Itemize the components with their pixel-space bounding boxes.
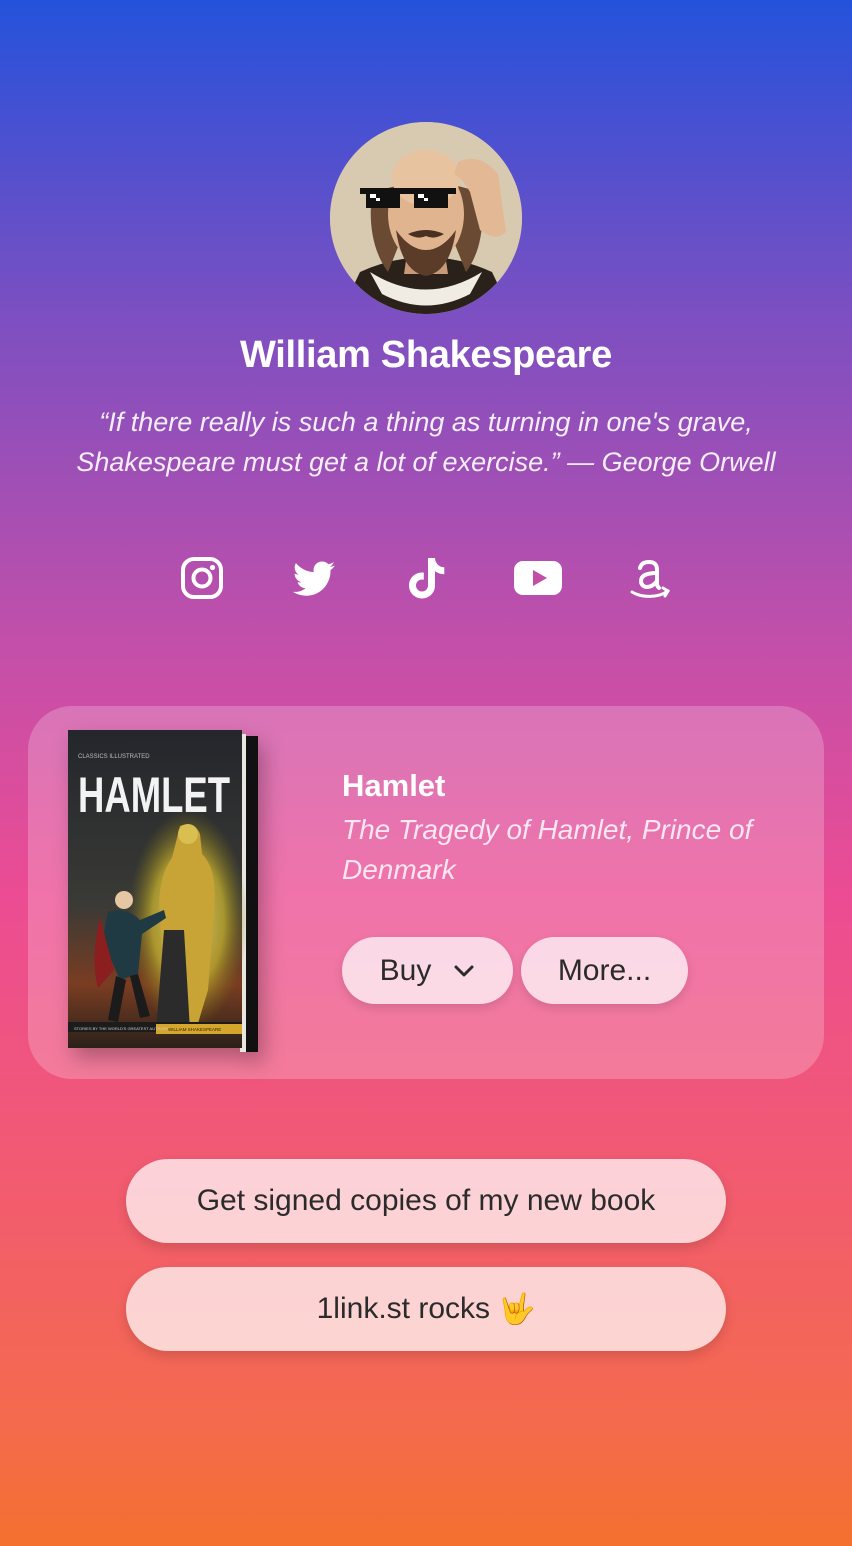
twitter-link[interactable] bbox=[290, 554, 338, 602]
book-cover[interactable]: CLASSICS ILLUSTRATED HAMLET STORIES BY T bbox=[68, 730, 258, 1052]
instagram-link[interactable] bbox=[178, 554, 226, 602]
link-label: Get signed copies of my new book bbox=[196, 1184, 656, 1217]
profile-quote: “If there really is such a thing as turn… bbox=[76, 407, 776, 477]
amazon-icon bbox=[630, 559, 671, 598]
more-button-label: More... bbox=[557, 953, 652, 987]
book-cover-art: CLASSICS ILLUSTRATED HAMLET STORIES BY T bbox=[68, 730, 258, 1052]
social-links bbox=[0, 554, 852, 602]
book-subtitle: The Tragedy of Hamlet, Prince of Denmark bbox=[342, 814, 753, 885]
instagram-icon bbox=[181, 557, 223, 599]
1link-rocks-link[interactable]: 1link.st rocks 🤟 bbox=[126, 1267, 726, 1351]
youtube-link[interactable] bbox=[514, 554, 562, 602]
more-button[interactable]: More... bbox=[521, 937, 688, 1004]
buy-button-label: Buy bbox=[379, 953, 432, 987]
chevron-down-icon bbox=[454, 965, 474, 976]
tiktok-link[interactable] bbox=[402, 554, 450, 602]
book-cover-title: HAMLET bbox=[78, 767, 230, 823]
profile-page: William Shakespeare “If there really is … bbox=[0, 0, 852, 1546]
signed-copies-link[interactable]: Get signed copies of my new book bbox=[126, 1159, 726, 1243]
book-title[interactable]: Hamlet bbox=[342, 768, 445, 804]
buy-dropdown-button[interactable]: Buy bbox=[342, 937, 513, 1004]
avatar-portrait bbox=[330, 122, 522, 314]
profile-name: William Shakespeare bbox=[239, 334, 613, 376]
avatar bbox=[330, 122, 522, 314]
twitter-icon bbox=[292, 561, 335, 596]
svg-text:STORIES BY THE WORLD'S GREATES: STORIES BY THE WORLD'S GREATEST AUTHORS bbox=[74, 1026, 169, 1031]
amazon-link[interactable] bbox=[626, 554, 674, 602]
tiktok-icon bbox=[409, 558, 445, 599]
rock-hand-emoji: 🤟 bbox=[498, 1292, 536, 1326]
link-label: 1link.st rocks bbox=[316, 1292, 491, 1325]
svg-text:CLASSICS ILLUSTRATED: CLASSICS ILLUSTRATED bbox=[78, 754, 150, 760]
featured-book-card[interactable]: CLASSICS ILLUSTRATED HAMLET STORIES BY T bbox=[28, 706, 824, 1079]
youtube-icon bbox=[514, 561, 562, 595]
svg-text:WILLIAM SHAKESPEARE: WILLIAM SHAKESPEARE bbox=[168, 1027, 221, 1032]
